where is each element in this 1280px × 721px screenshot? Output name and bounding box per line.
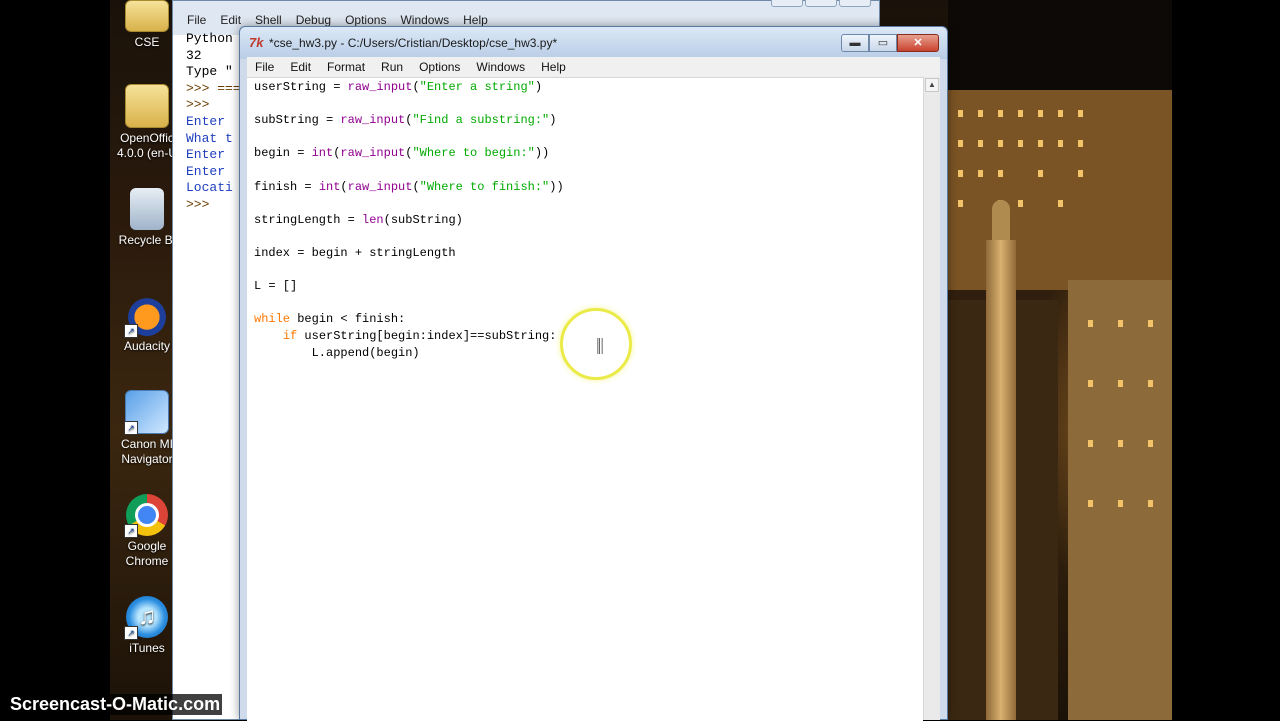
idle-logo-icon: 7k	[249, 35, 264, 50]
shell-menu-file[interactable]: File	[187, 13, 206, 27]
close-button[interactable]: ✕	[897, 34, 939, 52]
shell-menu-debug[interactable]: Debug	[296, 13, 331, 27]
screencast-watermark: Screencast-O-Matic.com	[8, 694, 223, 715]
shell-line: >>> ===	[186, 80, 241, 96]
editor-menubar: File Edit Format Run Options Windows Hel…	[247, 57, 940, 77]
menu-file[interactable]: File	[247, 60, 282, 74]
code-editor[interactable]: userString = raw_input("Enter a string")…	[247, 77, 923, 721]
shell-line: Python	[186, 31, 233, 46]
editor-titlebar[interactable]: 7k *cse_hw3.py - C:/Users/Cristian/Deskt…	[240, 27, 947, 59]
menu-help[interactable]: Help	[533, 60, 574, 74]
shell-menu-shell[interactable]: Shell	[255, 13, 282, 27]
menu-options[interactable]: Options	[411, 60, 468, 74]
shell-line: Type "	[186, 64, 233, 80]
maximize-button[interactable]: ▭	[869, 34, 897, 52]
shell-line: Enter	[186, 163, 226, 179]
desktop-icon-label: OpenOffic 4.0.0 (en-U	[116, 131, 178, 160]
itunes-icon: ♫ ↗	[124, 596, 168, 640]
letterbox-left	[0, 0, 110, 720]
chrome-icon: ↗	[124, 494, 168, 538]
shell-window-buttons	[771, 0, 871, 7]
source-code: userString = raw_input("Enter a string")…	[254, 80, 564, 360]
shell-line: Enter	[186, 147, 226, 163]
shell-line: What t	[186, 130, 233, 146]
shortcut-arrow-icon: ↗	[124, 626, 138, 640]
desktop-icon-label: iTunes	[129, 641, 165, 655]
menu-run[interactable]: Run	[373, 60, 411, 74]
window-title: *cse_hw3.py - C:/Users/Cristian/Desktop/…	[269, 36, 558, 50]
menu-format[interactable]: Format	[319, 60, 373, 74]
letterbox-right	[1172, 0, 1280, 720]
wallpaper-city-photo	[948, 0, 1172, 720]
scroll-up-arrow-icon[interactable]: ▲	[925, 78, 939, 92]
shell-line: Enter	[186, 113, 226, 129]
desktop-icon-label: CSE	[134, 35, 160, 49]
shortcut-arrow-icon: ↗	[124, 421, 138, 435]
shell-menu-edit[interactable]: Edit	[220, 13, 241, 27]
shell-line: Locati	[186, 180, 233, 196]
menu-edit[interactable]: Edit	[282, 60, 319, 74]
shell-line: >>>	[186, 97, 210, 113]
text-cursor-icon	[597, 338, 603, 354]
shell-line: >>>	[186, 196, 210, 212]
desktop-icon-label: Google Chrome	[125, 539, 169, 568]
shell-line: 32	[186, 47, 202, 63]
desktop-icon-label: Canon MI Navigator	[120, 437, 174, 466]
shell-menu-windows[interactable]: Windows	[400, 13, 449, 27]
shell-output[interactable]: Python 32 Type " >>> === >>> Enter What t Enter…	[186, 31, 241, 214]
folder-icon	[125, 84, 169, 128]
shortcut-arrow-icon: ↗	[124, 324, 138, 338]
cursor-highlight-ring	[560, 308, 632, 380]
desktop-icon-label: Recycle Bi	[118, 233, 176, 247]
canon-navigator-icon: ↗	[124, 390, 169, 435]
shell-menu-help[interactable]: Help	[463, 13, 488, 27]
desktop-icon-label: Audacity	[123, 339, 171, 353]
shell-menu-options[interactable]: Options	[345, 13, 386, 27]
shortcut-arrow-icon: ↗	[124, 524, 138, 538]
menu-windows[interactable]: Windows	[468, 60, 533, 74]
folder-icon	[125, 0, 169, 32]
minimize-button[interactable]: ▬	[841, 34, 869, 52]
vertical-scrollbar[interactable]: ▲	[923, 77, 940, 720]
audacity-icon: ↗	[124, 294, 168, 338]
recycle-bin-icon	[130, 188, 164, 230]
